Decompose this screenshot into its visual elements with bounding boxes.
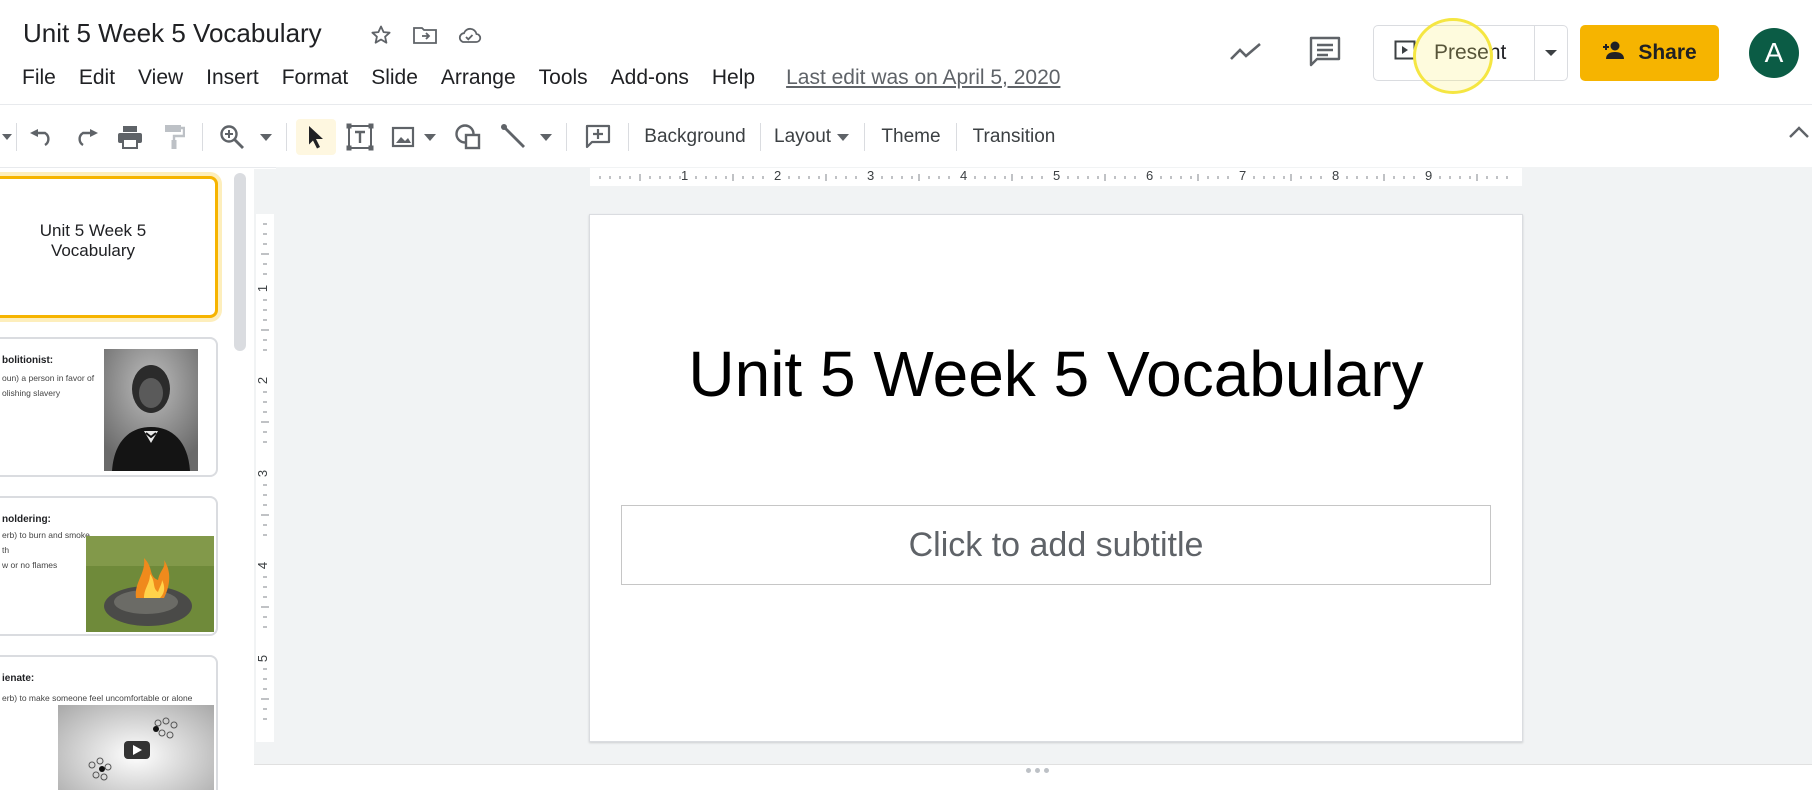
- new-slide-dropdown[interactable]: [0, 119, 14, 155]
- comments-icon[interactable]: [1305, 32, 1345, 70]
- line-dropdown-icon[interactable]: [536, 119, 556, 155]
- menu-slide[interactable]: Slide: [371, 66, 418, 90]
- share-label: Share: [1638, 41, 1697, 64]
- toolbar-divider: [286, 123, 287, 151]
- thumbnail-term: ienate:: [2, 673, 35, 684]
- current-slide[interactable]: Unit 5 Week 5 Vocabulary Click to add su…: [589, 214, 1523, 742]
- ruler-number: 1: [681, 168, 689, 183]
- redo-icon[interactable]: [68, 119, 104, 155]
- ruler-number: 8: [1332, 168, 1340, 183]
- subtitle-placeholder[interactable]: Click to add subtitle: [621, 505, 1491, 585]
- menu-bar: File Edit View Insert Format Slide Arran…: [22, 66, 1060, 90]
- undo-icon[interactable]: [24, 119, 60, 155]
- theme-button[interactable]: Theme: [874, 119, 948, 155]
- menu-edit[interactable]: Edit: [79, 66, 115, 90]
- present-button[interactable]: Present: [1374, 26, 1535, 80]
- ruler-number: 7: [1239, 168, 1247, 183]
- title-icons: [368, 22, 482, 48]
- ruler-number: 4: [255, 561, 271, 570]
- share-button[interactable]: Share: [1580, 25, 1719, 81]
- horizontal-ruler: 1 2 3 4 5 6 7 8 9: [276, 167, 1812, 187]
- last-edit-link[interactable]: Last edit was on April 5, 2020: [786, 66, 1060, 90]
- menu-file[interactable]: File: [22, 66, 56, 90]
- fire-image: [86, 536, 214, 632]
- menu-format[interactable]: Format: [282, 66, 349, 90]
- slide-thumbnail-1[interactable]: Unit 5 Week 5 Vocabulary: [0, 176, 218, 318]
- ruler-number: 4: [960, 168, 968, 183]
- slide-thumbnail-2[interactable]: bolitionist: oun) a person in favor of o…: [0, 337, 218, 477]
- portrait-image: [104, 349, 198, 471]
- select-tool-icon[interactable]: [296, 119, 336, 155]
- menu-view[interactable]: View: [138, 66, 183, 90]
- slide-title-text[interactable]: Unit 5 Week 5 Vocabulary: [590, 335, 1522, 413]
- ruler-number: 6: [1146, 168, 1154, 183]
- image-dropdown-icon[interactable]: [420, 119, 440, 155]
- present-dropdown-button[interactable]: [1535, 26, 1567, 80]
- toolbar-divider: [16, 123, 17, 151]
- image-icon[interactable]: [388, 119, 418, 155]
- ruler-number: 2: [255, 376, 271, 385]
- slide-filmstrip: Unit 5 Week 5 Vocabulary bolitionist: ou…: [0, 169, 238, 790]
- present-label: Present: [1434, 41, 1507, 64]
- toolbar-divider: [864, 123, 865, 151]
- ruler-number: 5: [255, 654, 271, 663]
- thumbnail-term: bolitionist:: [2, 355, 54, 366]
- ruler-number: 9: [1425, 168, 1433, 183]
- vertical-ruler: 1 2 3 4 5: [254, 187, 276, 767]
- filmstrip-scrollbar[interactable]: [234, 173, 246, 351]
- print-icon[interactable]: [112, 119, 148, 155]
- transition-button[interactable]: Transition: [966, 119, 1062, 155]
- ruler-number: 5: [1053, 168, 1061, 183]
- toolbar-divider: [202, 123, 203, 151]
- layout-button[interactable]: Layout: [774, 119, 854, 155]
- move-to-folder-icon[interactable]: [412, 22, 438, 48]
- person-add-icon: [1602, 40, 1628, 66]
- add-comment-icon[interactable]: [580, 119, 616, 155]
- text-box-icon[interactable]: [342, 119, 378, 155]
- collapse-toolbar-icon[interactable]: [1788, 125, 1810, 144]
- cloud-saved-icon[interactable]: [456, 22, 482, 48]
- activity-dashboard-icon[interactable]: [1226, 34, 1266, 70]
- thumbnail-definition: erb) to make someone feel uncomfortable …: [2, 693, 193, 703]
- line-icon[interactable]: [496, 119, 532, 155]
- drag-handle-icon[interactable]: [1026, 768, 1049, 773]
- chevron-down-icon: [837, 133, 850, 141]
- thumbnail-term: noldering:: [2, 514, 51, 525]
- background-button[interactable]: Background: [640, 119, 750, 155]
- menu-help[interactable]: Help: [712, 66, 755, 90]
- toolbar-divider: [956, 123, 957, 151]
- layout-label: Layout: [774, 126, 832, 147]
- toolbar-divider: [760, 123, 761, 151]
- zoom-dropdown-icon[interactable]: [256, 119, 276, 155]
- present-button-group: Present: [1373, 25, 1568, 81]
- slide-thumbnail-3[interactable]: noldering: erb) to burn and smoke th w o…: [0, 496, 218, 636]
- video-thumbnail-image: [58, 705, 214, 790]
- menu-arrange[interactable]: Arrange: [441, 66, 516, 90]
- present-slideshow-icon: [1394, 40, 1416, 66]
- document-title[interactable]: Unit 5 Week 5 Vocabulary: [23, 18, 322, 49]
- thumbnail-title: Unit 5 Week 5 Vocabulary: [39, 221, 147, 260]
- app-header: Unit 5 Week 5 Vocabulary File Edit View …: [0, 0, 1812, 104]
- account-avatar[interactable]: A: [1749, 28, 1799, 78]
- zoom-icon[interactable]: [214, 119, 250, 155]
- ruler-number: 1: [255, 284, 271, 293]
- chevron-down-icon: [1545, 50, 1557, 56]
- ruler-number: 3: [255, 469, 271, 478]
- toolbar: Background Layout Theme Transition: [0, 104, 1812, 168]
- menu-tools[interactable]: Tools: [539, 66, 588, 90]
- toolbar-divider: [628, 123, 629, 151]
- thumbnail-definition: oun) a person in favor of olishing slave…: [2, 373, 95, 398]
- shape-icon[interactable]: [450, 119, 486, 155]
- star-icon[interactable]: [368, 22, 394, 48]
- thumbnail-definition: erb) to burn and smoke th w or no flames: [2, 530, 90, 570]
- ruler-number: 2: [774, 168, 782, 183]
- toolbar-divider: [566, 123, 567, 151]
- ruler-number: 3: [867, 168, 875, 183]
- menu-insert[interactable]: Insert: [206, 66, 259, 90]
- menu-add-ons[interactable]: Add-ons: [611, 66, 689, 90]
- paint-format-icon[interactable]: [156, 119, 192, 155]
- slide-thumbnail-4[interactable]: ienate: erb) to make someone feel uncomf…: [0, 655, 218, 790]
